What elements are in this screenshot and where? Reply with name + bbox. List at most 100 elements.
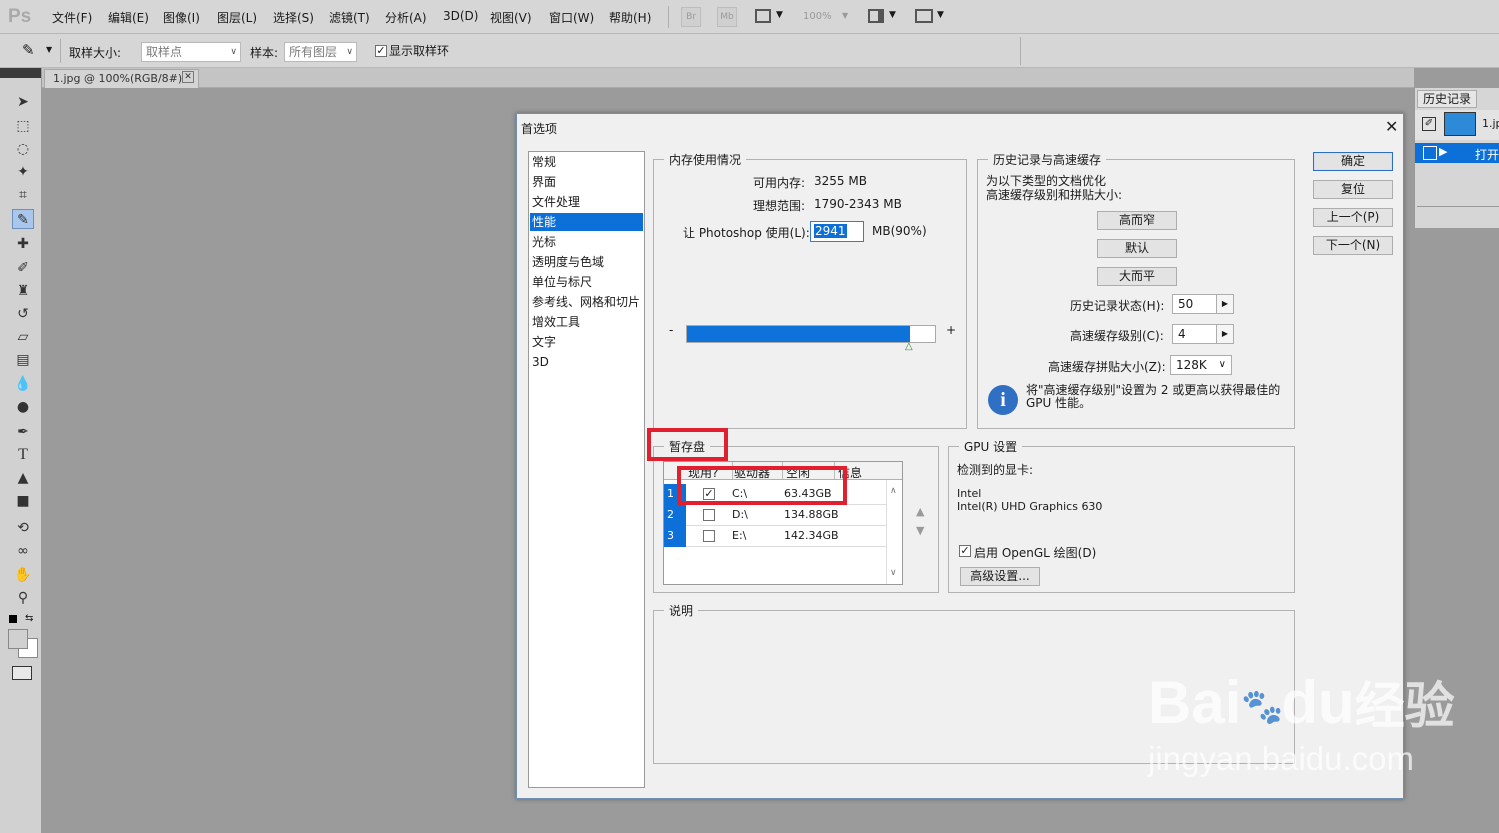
chevron-down-icon[interactable]: ▼: [937, 10, 944, 20]
menu-window[interactable]: 窗口(W): [549, 9, 594, 26]
nav-item-performance[interactable]: 性能: [530, 213, 643, 231]
chevron-down-icon[interactable]: ▼: [46, 45, 52, 54]
mini-bridge-button[interactable]: Mb: [717, 7, 737, 27]
nav-item-guides-grid-slices[interactable]: 参考线、网格和切片: [530, 293, 643, 311]
menu-view[interactable]: 视图(V): [490, 9, 532, 26]
big-flat-button[interactable]: 大而平: [1097, 267, 1177, 286]
bridge-button[interactable]: Br: [681, 7, 701, 27]
type-tool-icon[interactable]: T: [12, 445, 34, 465]
nav-item-units-rulers[interactable]: 单位与标尺: [530, 273, 643, 291]
screen-mode-icon[interactable]: [915, 9, 933, 23]
marquee-tool-icon[interactable]: ⬚: [12, 116, 34, 136]
prev-button[interactable]: 上一个(P): [1313, 208, 1393, 227]
arrange-documents-icon[interactable]: [868, 9, 884, 23]
row-active-checkbox[interactable]: [703, 509, 715, 521]
document-tab[interactable]: 1.jpg @ 100%(RGB/8#) ✕: [44, 69, 199, 88]
close-icon[interactable]: ✕: [1385, 117, 1398, 136]
menu-3d[interactable]: 3D(D): [443, 9, 478, 23]
nav-item-plugins[interactable]: 增效工具: [530, 313, 643, 331]
memory-slider-thumb[interactable]: △: [905, 341, 913, 352]
3d-orbit-tool-icon[interactable]: ∞: [12, 541, 34, 561]
chevron-down-icon[interactable]: ▼: [776, 10, 783, 20]
crop-tool-icon[interactable]: ⌗: [12, 185, 34, 205]
default-colors-icon[interactable]: [9, 615, 17, 623]
history-states-stepper[interactable]: 50 ▶: [1172, 294, 1234, 314]
chevron-right-icon[interactable]: ▶: [1216, 295, 1233, 313]
path-select-tool-icon[interactable]: ▲: [12, 468, 34, 488]
menu-file[interactable]: 文件(F): [52, 9, 92, 26]
default-button[interactable]: 默认: [1097, 239, 1177, 258]
zoom-level[interactable]: 100%: [803, 11, 832, 22]
memory-use-input[interactable]: 2941: [810, 221, 864, 242]
menu-analysis[interactable]: 分析(A): [385, 9, 427, 26]
tall-thin-button[interactable]: 高而窄: [1097, 211, 1177, 230]
scroll-down-icon[interactable]: ∨: [890, 568, 897, 578]
opengl-checkbox[interactable]: ✓: [959, 545, 971, 557]
nav-item-3d[interactable]: 3D: [530, 353, 643, 371]
extras-icon[interactable]: [755, 9, 771, 23]
chevron-down-icon[interactable]: ▼: [842, 11, 848, 20]
nav-item-type[interactable]: 文字: [530, 333, 643, 351]
shape-tool-icon[interactable]: ■: [12, 491, 34, 511]
sample-select[interactable]: 所有图层 ∨: [284, 42, 357, 62]
zoom-tool-icon[interactable]: ⚲: [12, 588, 34, 608]
tile-size-select[interactable]: 128K ∨: [1170, 355, 1232, 375]
cache-levels-stepper[interactable]: 4 ▶: [1172, 324, 1234, 344]
eyedropper-tool-icon[interactable]: ✎: [12, 209, 34, 229]
table-scrollbar[interactable]: ∧ ∨: [886, 480, 902, 584]
move-tool-icon[interactable]: ➤: [12, 92, 34, 112]
pen-tool-icon[interactable]: ✒: [12, 422, 34, 442]
history-brush-tool-icon[interactable]: ↺: [12, 304, 34, 324]
row-active-checkbox[interactable]: [703, 530, 715, 542]
lasso-tool-icon[interactable]: ◌: [12, 139, 34, 159]
move-down-icon[interactable]: ▼: [916, 524, 924, 537]
hand-tool-icon[interactable]: ✋: [12, 565, 34, 585]
menu-select[interactable]: 选择(S): [273, 9, 314, 26]
scroll-up-icon[interactable]: ∧: [890, 486, 897, 496]
nav-item-transparency-gamut[interactable]: 透明度与色域: [530, 253, 643, 271]
close-tab-icon[interactable]: ✕: [182, 71, 194, 83]
dodge-tool-icon[interactable]: ●: [12, 397, 34, 417]
nav-item-file-handling[interactable]: 文件处理: [530, 193, 643, 211]
nav-item-general[interactable]: 常规: [530, 153, 643, 171]
foreground-color-swatch[interactable]: [8, 629, 28, 649]
menu-help[interactable]: 帮助(H): [609, 9, 651, 26]
brush-source-checkbox[interactable]: [1423, 146, 1437, 160]
nav-item-interface[interactable]: 界面: [530, 173, 643, 191]
move-up-icon[interactable]: ▲: [916, 505, 924, 518]
blur-tool-icon[interactable]: 💧: [12, 374, 34, 394]
menu-layer[interactable]: 图层(L): [217, 9, 257, 26]
3d-rotate-tool-icon[interactable]: ⟲: [12, 518, 34, 538]
advanced-settings-button[interactable]: 高级设置...: [960, 567, 1040, 586]
ok-button[interactable]: 确定: [1313, 152, 1393, 171]
sample-size-select[interactable]: 取样点 ∨: [141, 42, 241, 62]
nav-item-cursors[interactable]: 光标: [530, 233, 643, 251]
quick-mask-icon[interactable]: [12, 666, 32, 680]
healing-brush-tool-icon[interactable]: ✚: [12, 234, 34, 254]
eraser-tool-icon[interactable]: ▱: [12, 327, 34, 347]
sample-size-value: 取样点: [146, 45, 183, 59]
quick-select-tool-icon[interactable]: ✦: [12, 162, 34, 182]
eyedropper-icon[interactable]: ✎: [22, 41, 35, 59]
clone-stamp-tool-icon[interactable]: ♜: [12, 281, 34, 301]
memory-slider-track[interactable]: [686, 325, 936, 343]
menu-edit[interactable]: 编辑(E): [108, 9, 149, 26]
history-tab[interactable]: 历史记录: [1417, 90, 1477, 108]
reset-button[interactable]: 复位: [1313, 180, 1393, 199]
opengl-label: 启用 OpenGL 绘图(D): [974, 546, 1097, 560]
swap-colors-icon[interactable]: ⇆: [25, 613, 33, 624]
history-state-row[interactable]: ▶ 打开: [1415, 143, 1499, 163]
chevron-down-icon[interactable]: ▼: [889, 10, 896, 20]
gradient-tool-icon[interactable]: ▤: [12, 350, 34, 370]
menu-filter[interactable]: 滤镜(T): [329, 9, 370, 26]
brush-source-icon[interactable]: ✐: [1422, 117, 1436, 131]
next-button[interactable]: 下一个(N): [1313, 236, 1393, 255]
chevron-down-icon: ∨: [230, 47, 237, 57]
menu-image[interactable]: 图像(I): [163, 9, 200, 26]
table-row[interactable]: 2 D:\ 134.88GB: [664, 505, 886, 526]
chevron-right-icon[interactable]: ▶: [1216, 325, 1233, 343]
table-row[interactable]: 3 E:\ 142.34GB: [664, 526, 886, 547]
show-ring-checkbox[interactable]: ✓: [375, 45, 387, 57]
brush-tool-icon[interactable]: ✐: [12, 258, 34, 278]
history-snapshot-row[interactable]: ✐ 1.jpg: [1415, 110, 1499, 140]
